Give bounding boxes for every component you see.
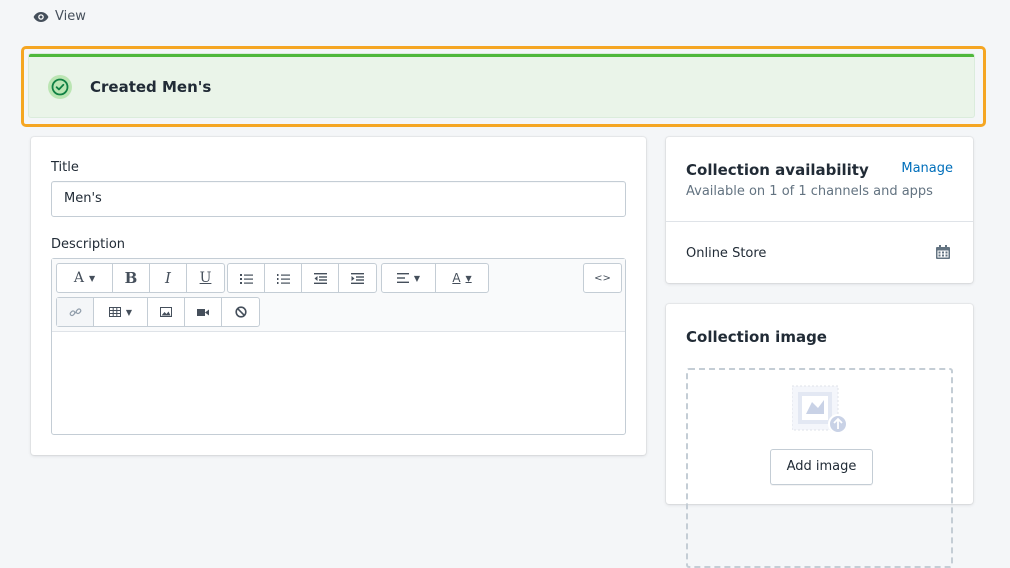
text-color-button-label: A	[452, 271, 461, 285]
align-group: ▼ A ▼	[381, 263, 489, 293]
divider	[666, 221, 973, 222]
numbered-list-button[interactable]	[265, 264, 302, 292]
font-button[interactable]: A ▼	[57, 264, 113, 292]
manage-link[interactable]: Manage	[901, 161, 953, 176]
list-group	[227, 263, 377, 293]
calendar-icon[interactable]	[935, 244, 951, 260]
description-textarea[interactable]	[52, 333, 625, 434]
check-circle-icon	[48, 75, 72, 99]
italic-button[interactable]: I	[150, 264, 187, 292]
clear-formatting-button[interactable]	[222, 298, 259, 326]
video-icon	[197, 308, 209, 316]
align-button[interactable]: ▼	[382, 264, 436, 292]
image-button[interactable]	[148, 298, 185, 326]
upload-image-icon	[792, 385, 848, 434]
image-icon	[160, 307, 172, 317]
bold-button[interactable]: B	[113, 264, 150, 292]
channel-online-store: Online Store	[686, 246, 767, 261]
numbered-list-icon	[276, 273, 290, 284]
collection-details-card: Title Men's Description A ▼ B I U ▼ A ▼ …	[31, 137, 646, 455]
title-input[interactable]: Men's	[51, 181, 626, 217]
view-link[interactable]: View	[33, 9, 86, 24]
indent-icon	[351, 272, 364, 284]
availability-card: Collection availability Manage Available…	[666, 137, 973, 283]
html-view-button[interactable]: <>	[584, 264, 621, 292]
chevron-down-icon: ▼	[413, 273, 421, 283]
insert-group: ▼	[56, 297, 260, 327]
chevron-down-icon: ▼	[125, 307, 133, 317]
availability-title: Collection availability	[686, 161, 869, 179]
table-icon	[108, 307, 121, 317]
chevron-down-icon: ▼	[88, 273, 96, 283]
align-left-icon	[396, 273, 409, 283]
image-dropzone[interactable]: Add image	[686, 368, 953, 568]
bullet-list-button[interactable]	[228, 264, 265, 292]
underline-button[interactable]: U	[187, 264, 224, 292]
availability-summary: Available on 1 of 1 channels and apps	[686, 184, 933, 199]
html-group: <>	[583, 263, 622, 293]
font-button-label: A	[73, 270, 84, 286]
add-image-button[interactable]: Add image	[770, 449, 873, 485]
collection-image-card: Collection image Add image	[666, 304, 973, 568]
chevron-down-icon: ▼	[465, 273, 472, 283]
collection-image-title: Collection image	[686, 328, 827, 346]
editor-toolbar: A ▼ B I U ▼ A ▼ <> ▼	[52, 259, 625, 332]
banner-message: Created Men's	[90, 78, 212, 96]
title-label: Title	[51, 160, 79, 175]
link-button[interactable]	[57, 298, 94, 326]
eye-icon	[33, 11, 49, 22]
format-group: A ▼ B I U	[56, 263, 225, 293]
view-label: View	[55, 9, 86, 24]
text-color-button[interactable]: A ▼	[436, 264, 488, 292]
bullet-list-icon	[239, 273, 253, 284]
outdent-icon	[313, 272, 327, 284]
success-banner: Created Men's	[29, 54, 974, 117]
outdent-button[interactable]	[302, 264, 339, 292]
description-label: Description	[51, 237, 126, 252]
video-button[interactable]	[185, 298, 222, 326]
description-editor: A ▼ B I U ▼ A ▼ <> ▼	[51, 258, 626, 435]
table-button[interactable]: ▼	[94, 298, 148, 326]
underline-button-label: U	[199, 270, 212, 286]
link-icon	[69, 307, 81, 316]
italic-button-label: I	[165, 269, 171, 287]
bold-button-label: B	[124, 269, 138, 287]
block-icon	[234, 306, 247, 318]
indent-button[interactable]	[339, 264, 376, 292]
html-view-label: <>	[594, 272, 611, 284]
